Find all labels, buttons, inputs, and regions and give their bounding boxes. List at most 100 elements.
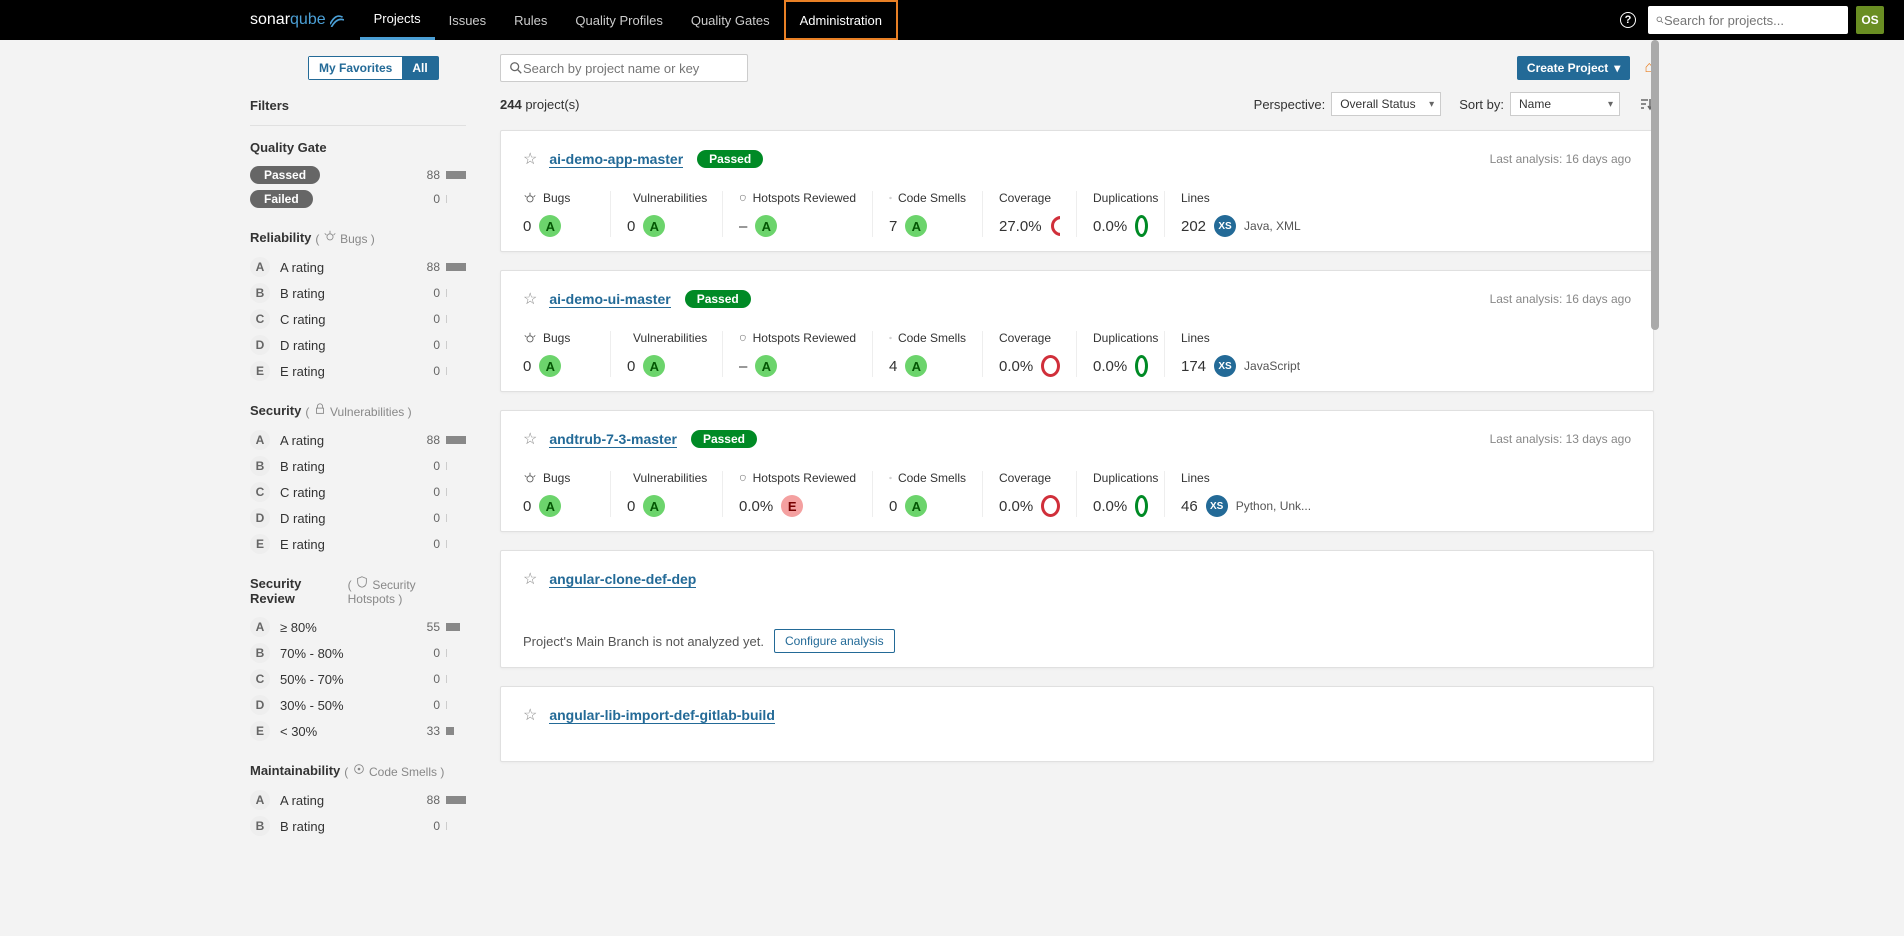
rating-A-badge: A (539, 495, 561, 517)
shield-icon (739, 471, 747, 485)
project-name-link[interactable]: ai-demo-app-master (549, 151, 683, 168)
secrev-row-A[interactable]: A ≥ 80% 55 (250, 614, 466, 640)
nav-administration[interactable]: Administration (784, 0, 898, 40)
dup-value: 0.0% (1093, 358, 1127, 375)
top-nav: sonarqube Projects Issues Rules Quality … (0, 0, 1904, 40)
smells-value: 4 (889, 358, 897, 375)
user-avatar[interactable]: OS (1856, 6, 1884, 34)
bug-icon (323, 229, 337, 243)
vuln-value: 0 (627, 218, 635, 235)
security-row-C[interactable]: C C rating 0 (250, 479, 466, 505)
not-analyzed-text: Project's Main Branch is not analyzed ye… (523, 634, 764, 649)
dup-donut-icon (1135, 495, 1148, 517)
reliability-row-E[interactable]: E E rating 0 (250, 358, 466, 384)
nav-rules[interactable]: Rules (500, 0, 561, 40)
bugs-value: 0 (523, 358, 531, 375)
rating-A-badge: A (643, 355, 665, 377)
status-badge: Passed (685, 290, 751, 308)
global-search[interactable] (1648, 6, 1848, 34)
reliability-row-C[interactable]: C C rating 0 (250, 306, 466, 332)
project-metrics: Bugs0A Vulnerabilities0A Hotspots Review… (523, 471, 1631, 517)
security-row-D[interactable]: D D rating 0 (250, 505, 466, 531)
status-badge: Passed (691, 430, 757, 448)
smell-icon (889, 471, 892, 485)
global-search-input[interactable] (1664, 13, 1840, 28)
project-name-link[interactable]: angular-clone-def-dep (549, 571, 696, 588)
security-row-E[interactable]: E E rating 0 (250, 531, 466, 557)
dup-donut-icon (1135, 215, 1148, 237)
project-name-link[interactable]: ai-demo-ui-master (549, 291, 670, 308)
nav-quality-profiles[interactable]: Quality Profiles (561, 0, 676, 40)
maint-row-B[interactable]: B B rating 0 (250, 813, 466, 839)
dup-value: 0.0% (1093, 218, 1127, 235)
filter-qg-passed[interactable]: Passed 88 (250, 163, 466, 187)
favorite-star-icon[interactable]: ☆ (523, 429, 537, 449)
scrollbar[interactable] (1648, 40, 1662, 873)
project-card: ☆ angular-lib-import-def-gitlab-build (500, 686, 1654, 762)
reliability-row-A[interactable]: A A rating 88 (250, 254, 466, 280)
rating-E-badge: E (781, 495, 803, 517)
maint-row-A[interactable]: A A rating 88 (250, 787, 466, 813)
secrev-row-D[interactable]: D 30% - 50% 0 (250, 692, 466, 718)
size-badge: XS (1214, 215, 1236, 237)
configure-analysis-button[interactable]: Configure analysis (774, 629, 895, 653)
project-name-link[interactable]: andtrub-7-3-master (549, 431, 677, 448)
secrev-row-C[interactable]: C 50% - 70% 0 (250, 666, 466, 692)
create-project-button[interactable]: Create Project ▾ (1517, 56, 1630, 80)
favorite-star-icon[interactable]: ☆ (523, 149, 537, 169)
security-row-A[interactable]: A A rating 88 (250, 427, 466, 453)
rating-E-icon: E (250, 361, 270, 381)
brand-logo[interactable]: sonarqube (250, 11, 344, 29)
filter-qg-failed[interactable]: Failed 0 (250, 187, 466, 211)
project-card: ☆ andtrub-7-3-master Passed Last analysi… (500, 410, 1654, 532)
shield-icon (739, 331, 747, 345)
size-badge: XS (1214, 355, 1236, 377)
favorite-star-icon[interactable]: ☆ (523, 705, 537, 725)
hotspots-value: – (739, 358, 747, 375)
lock-icon (313, 402, 327, 416)
failed-pill: Failed (250, 190, 313, 208)
filter-security-review: Security Review ( Security Hotspots ) A … (250, 575, 466, 744)
languages: Python, Unk... (1236, 499, 1311, 513)
rating-C-icon: C (250, 482, 270, 502)
nav-quality-gates[interactable]: Quality Gates (677, 0, 784, 40)
brand-wave-icon (330, 13, 344, 27)
hotspots-value: 0.0% (739, 498, 773, 515)
project-search-input[interactable] (523, 61, 739, 76)
rating-A-badge: A (539, 215, 561, 237)
coverage-donut-icon (1050, 215, 1060, 237)
tab-all[interactable]: All (402, 57, 437, 79)
bugs-value: 0 (523, 498, 531, 515)
smell-icon (889, 191, 892, 205)
analysis-time: Last analysis: 16 days ago (1490, 152, 1631, 166)
rating-E-icon: E (250, 534, 270, 554)
filters-sidebar: My Favorites All Filters Quality Gate Pa… (250, 40, 480, 873)
nav-projects[interactable]: Projects (360, 0, 435, 40)
rating-B-icon: B (250, 456, 270, 476)
perspective-select[interactable]: Overall Status (1331, 92, 1441, 116)
reliability-row-B[interactable]: B B rating 0 (250, 280, 466, 306)
nav-issues[interactable]: Issues (435, 0, 501, 40)
favorite-star-icon[interactable]: ☆ (523, 569, 537, 589)
languages: Java, XML (1244, 219, 1301, 233)
secrev-row-B[interactable]: B 70% - 80% 0 (250, 640, 466, 666)
help-icon[interactable]: ? (1620, 12, 1636, 28)
size-badge: XS (1206, 495, 1228, 517)
rating-A-icon: A (250, 257, 270, 277)
secrev-row-E[interactable]: E < 30% 33 (250, 718, 466, 744)
sortby-select[interactable]: Name (1510, 92, 1620, 116)
coverage-value: 0.0% (999, 498, 1033, 515)
project-name-link[interactable]: angular-lib-import-def-gitlab-build (549, 707, 775, 724)
project-search[interactable] (500, 54, 748, 82)
favorite-star-icon[interactable]: ☆ (523, 289, 537, 309)
filter-maintainability: Maintainability ( Code Smells ) A A rati… (250, 762, 466, 839)
coverage-donut-icon (1041, 495, 1060, 517)
project-card: ☆ ai-demo-app-master Passed Last analysi… (500, 130, 1654, 252)
rating-A-icon: A (250, 430, 270, 450)
smell-icon (352, 762, 366, 776)
rating-A-badge: A (905, 215, 927, 237)
analysis-time: Last analysis: 13 days ago (1490, 432, 1631, 446)
reliability-row-D[interactable]: D D rating 0 (250, 332, 466, 358)
security-row-B[interactable]: B B rating 0 (250, 453, 466, 479)
tab-favorites[interactable]: My Favorites (309, 57, 402, 79)
